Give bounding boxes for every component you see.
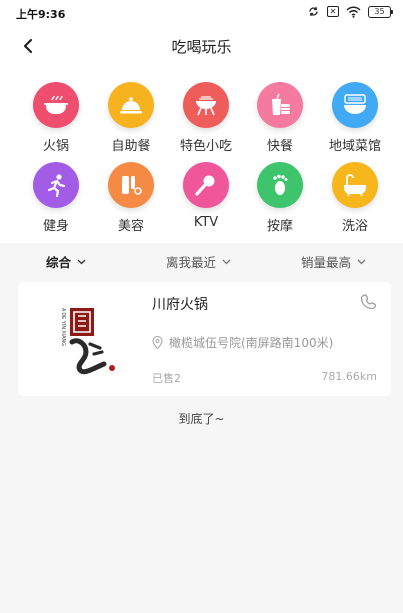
- phone-icon[interactable]: [359, 293, 377, 311]
- sim-icon: ✕: [327, 6, 339, 17]
- category-massage[interactable]: 按摩: [245, 162, 315, 234]
- shop-distance: 781.66km: [321, 370, 377, 383]
- shop-address: 橄榄城伍号院(南屏路南100米): [152, 334, 333, 351]
- beauty-icon: [108, 162, 154, 208]
- category-fitness[interactable]: 健身: [21, 162, 91, 234]
- hotpot-icon: [33, 82, 79, 128]
- shop-address-text: 橄榄城伍号院(南屏路南100米): [169, 336, 334, 350]
- category-label: KTV: [193, 215, 219, 230]
- category-label: 特色小吃: [179, 139, 232, 154]
- sort-sales[interactable]: 销量最高: [301, 252, 366, 271]
- category-label: 洗浴: [341, 219, 368, 234]
- status-bar: 上午9:36 ✕ 35: [0, 0, 403, 26]
- sort-label: 离我最近: [166, 255, 217, 270]
- category-label: 快餐: [266, 139, 293, 154]
- category-fastfood[interactable]: 快餐: [245, 82, 315, 154]
- bathtub-icon: [332, 162, 378, 208]
- category-label: 自助餐: [111, 139, 151, 154]
- sort-comprehensive[interactable]: 综合: [46, 252, 86, 271]
- sort-label: 综合: [46, 255, 72, 270]
- nav-bar: 吃喝玩乐: [0, 26, 403, 66]
- category-label: 地域菜馆: [328, 139, 381, 154]
- status-icons: ✕ 35: [307, 5, 393, 18]
- fastfood-icon: [257, 82, 303, 128]
- chevron-down-icon: [222, 259, 231, 264]
- sort-bar: 综合 离我最近 销量最高: [0, 246, 403, 274]
- noodle-bowl-icon: [332, 82, 378, 128]
- cloche-icon: [108, 82, 154, 128]
- shop-logo: A DE YIN XIANG: [50, 294, 130, 384]
- status-time: 上午9:36: [16, 8, 66, 21]
- category-label: 健身: [42, 219, 69, 234]
- page-title: 吃喝玩乐: [171, 38, 232, 56]
- category-label: 美容: [117, 219, 144, 234]
- runner-icon: [33, 162, 79, 208]
- chevron-down-icon: [77, 259, 86, 264]
- battery-icon: 35: [368, 5, 393, 18]
- shop-sold: 已售2: [152, 372, 181, 385]
- sync-icon: [309, 6, 318, 17]
- grill-icon: [183, 82, 229, 128]
- location-pin-icon: [152, 336, 163, 349]
- shop-name: 川府火锅: [152, 297, 208, 313]
- wifi-icon: [346, 5, 361, 18]
- list-end-text: 到底了~: [178, 412, 225, 426]
- category-buffet[interactable]: 自助餐: [96, 82, 166, 154]
- foot-massage-icon: [257, 162, 303, 208]
- logo-side-text: A DE YIN XIANG: [60, 308, 66, 346]
- category-label: 火锅: [42, 139, 69, 154]
- category-regional[interactable]: 地域菜馆: [320, 82, 390, 154]
- sort-nearest[interactable]: 离我最近: [166, 252, 231, 271]
- sort-label: 销量最高: [301, 255, 352, 270]
- category-beauty[interactable]: 美容: [96, 162, 166, 234]
- category-bath[interactable]: 洗浴: [320, 162, 390, 234]
- microphone-icon: [183, 162, 229, 208]
- chevron-down-icon: [357, 259, 366, 264]
- category-ktv[interactable]: KTV: [171, 162, 241, 230]
- category-label: 按摩: [266, 219, 293, 234]
- category-snacks[interactable]: 特色小吃: [171, 82, 241, 154]
- shop-card[interactable]: A DE YIN XIANG 川府火锅 橄榄城伍号院(南屏路南100米) 已售2…: [18, 282, 391, 396]
- category-hotpot[interactable]: 火锅: [21, 82, 91, 154]
